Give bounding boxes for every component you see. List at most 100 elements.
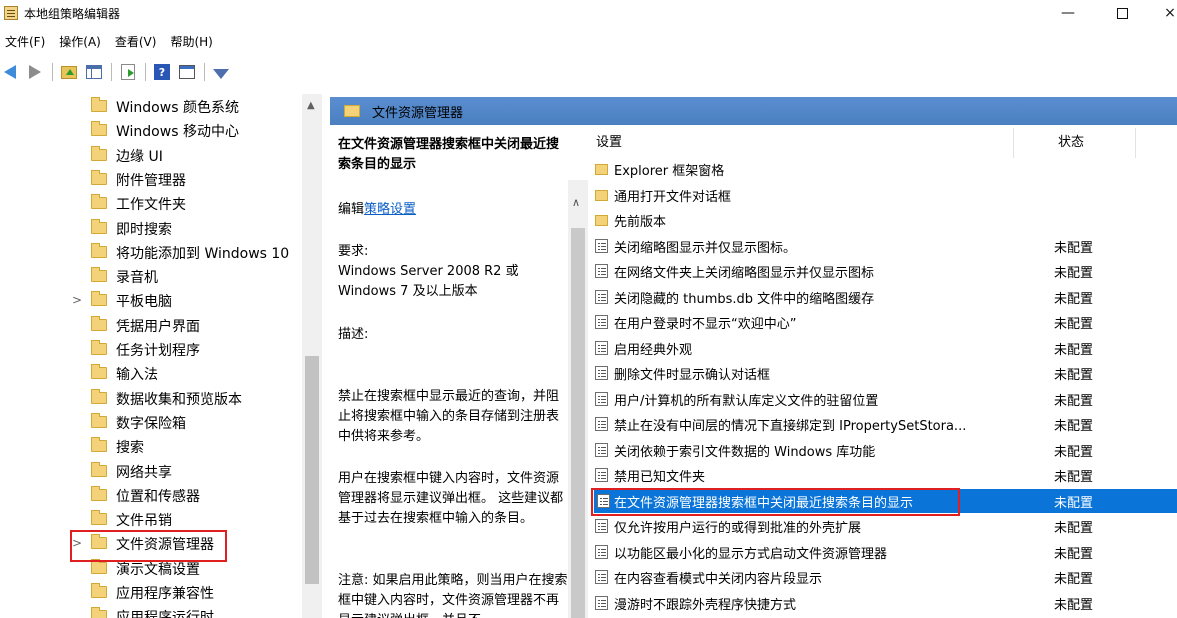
setting-row[interactable]: 禁止在没有中间层的情况下直接绑定到 IPropertySetStora... 未配…	[592, 412, 1177, 436]
folder-icon	[344, 105, 360, 117]
policy-setting-icon	[595, 391, 608, 406]
tree-item[interactable]: 应用程序运行时	[0, 604, 302, 618]
description-pane: 在文件资源管理器搜索框中关闭最近搜索条目的显示 编辑策略设置 要求: Windo…	[330, 125, 578, 618]
description-scrollbar[interactable]: ∧	[568, 180, 588, 618]
export-list-button[interactable]	[118, 62, 138, 82]
setting-state: 未配置	[1054, 240, 1094, 256]
chevron-up-icon[interactable]: ∧	[572, 196, 580, 209]
tree-item[interactable]: 输入法	[0, 361, 302, 385]
tree-item[interactable]: 边缘 UI	[0, 143, 302, 167]
setting-row[interactable]: 在网络文件夹上关闭缩略图显示并仅显示图标 未配置	[592, 259, 1177, 283]
toolbar-separator	[52, 63, 53, 81]
setting-name: 通用打开文件对话框	[614, 189, 732, 205]
toolbar: ?	[0, 58, 1177, 86]
setting-name: 漫游时不跟踪外壳程序快捷方式	[614, 597, 797, 613]
folder-icon	[91, 412, 107, 428]
close-button[interactable]: ×	[1150, 0, 1177, 26]
tree-item[interactable]: 工作文件夹	[0, 191, 302, 215]
requirements-label: 要求:	[338, 244, 369, 259]
setting-row[interactable]: 关闭隐藏的 thumbs.db 文件中的缩略图缓存 未配置	[592, 285, 1177, 309]
tree-item[interactable]: Windows 移动中心	[0, 118, 302, 142]
scroll-up-icon[interactable]: ▲	[307, 100, 315, 111]
column-divider[interactable]	[1013, 128, 1014, 158]
tree-item[interactable]: 任务计划程序	[0, 337, 302, 361]
folder-row[interactable]: 通用打开文件对话框	[592, 183, 1177, 207]
up-level-button[interactable]	[59, 62, 79, 82]
column-divider[interactable]	[1135, 128, 1136, 158]
tree-item[interactable]: 应用程序兼容性	[0, 580, 302, 604]
export-icon	[121, 64, 135, 80]
setting-name: 关闭隐藏的 thumbs.db 文件中的缩略图缓存	[614, 291, 875, 307]
menu-file[interactable]: 文件(F)	[0, 31, 54, 53]
setting-row[interactable]: 关闭依赖于索引文件数据的 Windows 库功能 未配置	[592, 438, 1177, 462]
tree-item[interactable]: 附件管理器	[0, 167, 302, 191]
tree-scrollbar[interactable]: ▲	[302, 94, 322, 618]
tree-item[interactable]: 文件吊销	[0, 507, 302, 531]
policy-setting-icon	[595, 595, 608, 610]
menu-action[interactable]: 操作(A)	[54, 31, 110, 53]
tree-item-label: 平板电脑	[116, 294, 172, 311]
forward-arrow-icon	[29, 65, 41, 79]
tree-item-label: Windows 移动中心	[116, 124, 239, 141]
setting-row[interactable]: 以功能区最小化的显示方式启动文件资源管理器 未配置	[592, 540, 1177, 564]
filter-button[interactable]	[211, 62, 231, 82]
folder-icon	[91, 242, 107, 258]
setting-row[interactable]: 用户/计算机的所有默认库定义文件的驻留位置 未配置	[592, 387, 1177, 411]
setting-state: 未配置	[1054, 317, 1094, 332]
tree-item[interactable]: 数字保险箱	[0, 410, 302, 434]
setting-row[interactable]: 仅允许按用户运行的或得到批准的外壳扩展 未配置	[592, 514, 1177, 538]
setting-name: 在内容查看模式中关闭内容片段显示	[614, 572, 823, 587]
menu-view[interactable]: 查看(V)	[110, 31, 166, 53]
folder-row[interactable]: 先前版本	[592, 208, 1177, 232]
tree-item-label: Windows 颜色系统	[116, 100, 239, 116]
tree-item[interactable]: 将功能添加到 Windows 10	[0, 240, 302, 264]
tree-item[interactable]: 凭据用户界面	[0, 313, 302, 337]
folder-icon	[595, 215, 608, 226]
setting-row[interactable]: 漫游时不跟踪外壳程序快捷方式 未配置	[592, 591, 1177, 615]
back-button[interactable]	[0, 62, 20, 82]
tree-item[interactable]: 位置和传感器	[0, 483, 302, 507]
properties-button[interactable]	[177, 62, 197, 82]
setting-state: 未配置	[1054, 521, 1094, 536]
tree-item[interactable]: 录音机	[0, 264, 302, 288]
setting-row[interactable]: 删除文件时显示确认对话框 未配置	[592, 361, 1177, 385]
tree-item-label: 数据收集和预览版本	[116, 391, 242, 408]
forward-button[interactable]	[25, 62, 45, 82]
menu-help[interactable]: 帮助(H)	[165, 31, 221, 53]
minimize-button[interactable]: —	[1048, 0, 1088, 26]
tree-item[interactable]: 搜索	[0, 434, 302, 458]
folder-icon	[91, 388, 107, 404]
description-scroll-thumb[interactable]	[571, 228, 585, 618]
maximize-button[interactable]	[1102, 0, 1142, 26]
row-highlight-box	[591, 488, 960, 516]
tree-scroll-thumb[interactable]	[305, 356, 319, 584]
show-hide-tree-button[interactable]	[84, 62, 104, 82]
expand-chevron-icon[interactable]: >	[72, 293, 82, 307]
tree-item[interactable]: 数据收集和预览版本	[0, 386, 302, 410]
policy-setting-icon	[595, 442, 608, 457]
tree-item-label: 边缘 UI	[116, 148, 163, 165]
setting-row[interactable]: 禁用已知文件夹 未配置	[592, 463, 1177, 487]
window-title: 本地组策略编辑器	[24, 6, 121, 21]
description-para-2: 用户在搜索框中键入内容时，文件资源管理器将显示建议弹出框。 这些建议都基于过去在…	[338, 471, 564, 526]
tree-item[interactable]: 即时搜索	[0, 216, 302, 240]
column-header-state[interactable]: 状态	[1058, 128, 1084, 158]
setting-row[interactable]: 在用户登录时不显示“欢迎中心” 未配置	[592, 310, 1177, 334]
tree-item[interactable]: > 平板电脑	[0, 288, 302, 312]
policy-settings-link[interactable]: 策略设置	[364, 202, 416, 217]
policy-setting-icon	[595, 366, 608, 380]
setting-row[interactable]: 关闭缩略图显示并仅显示图标。 未配置	[592, 234, 1177, 258]
setting-state: 未配置	[1054, 393, 1094, 409]
tree-item-label: 数字保险箱	[116, 415, 186, 432]
console-tree-icon	[86, 65, 102, 79]
column-header-setting[interactable]: 设置	[596, 128, 622, 158]
tree-item[interactable]: 网络共享	[0, 459, 302, 483]
setting-row[interactable]: 在内容查看模式中关闭内容片段显示 未配置	[592, 565, 1177, 589]
policy-setting-icon	[595, 238, 608, 253]
help-button[interactable]: ?	[152, 62, 172, 82]
tree-item[interactable]: Windows 颜色系统	[0, 94, 302, 118]
setting-row[interactable]: 启用经典外观 未配置	[592, 336, 1177, 360]
folder-row[interactable]: Explorer 框架窗格	[592, 157, 1177, 181]
setting-name: 在用户登录时不显示“欢迎中心”	[614, 317, 797, 332]
policy-setting-icon	[595, 340, 608, 355]
